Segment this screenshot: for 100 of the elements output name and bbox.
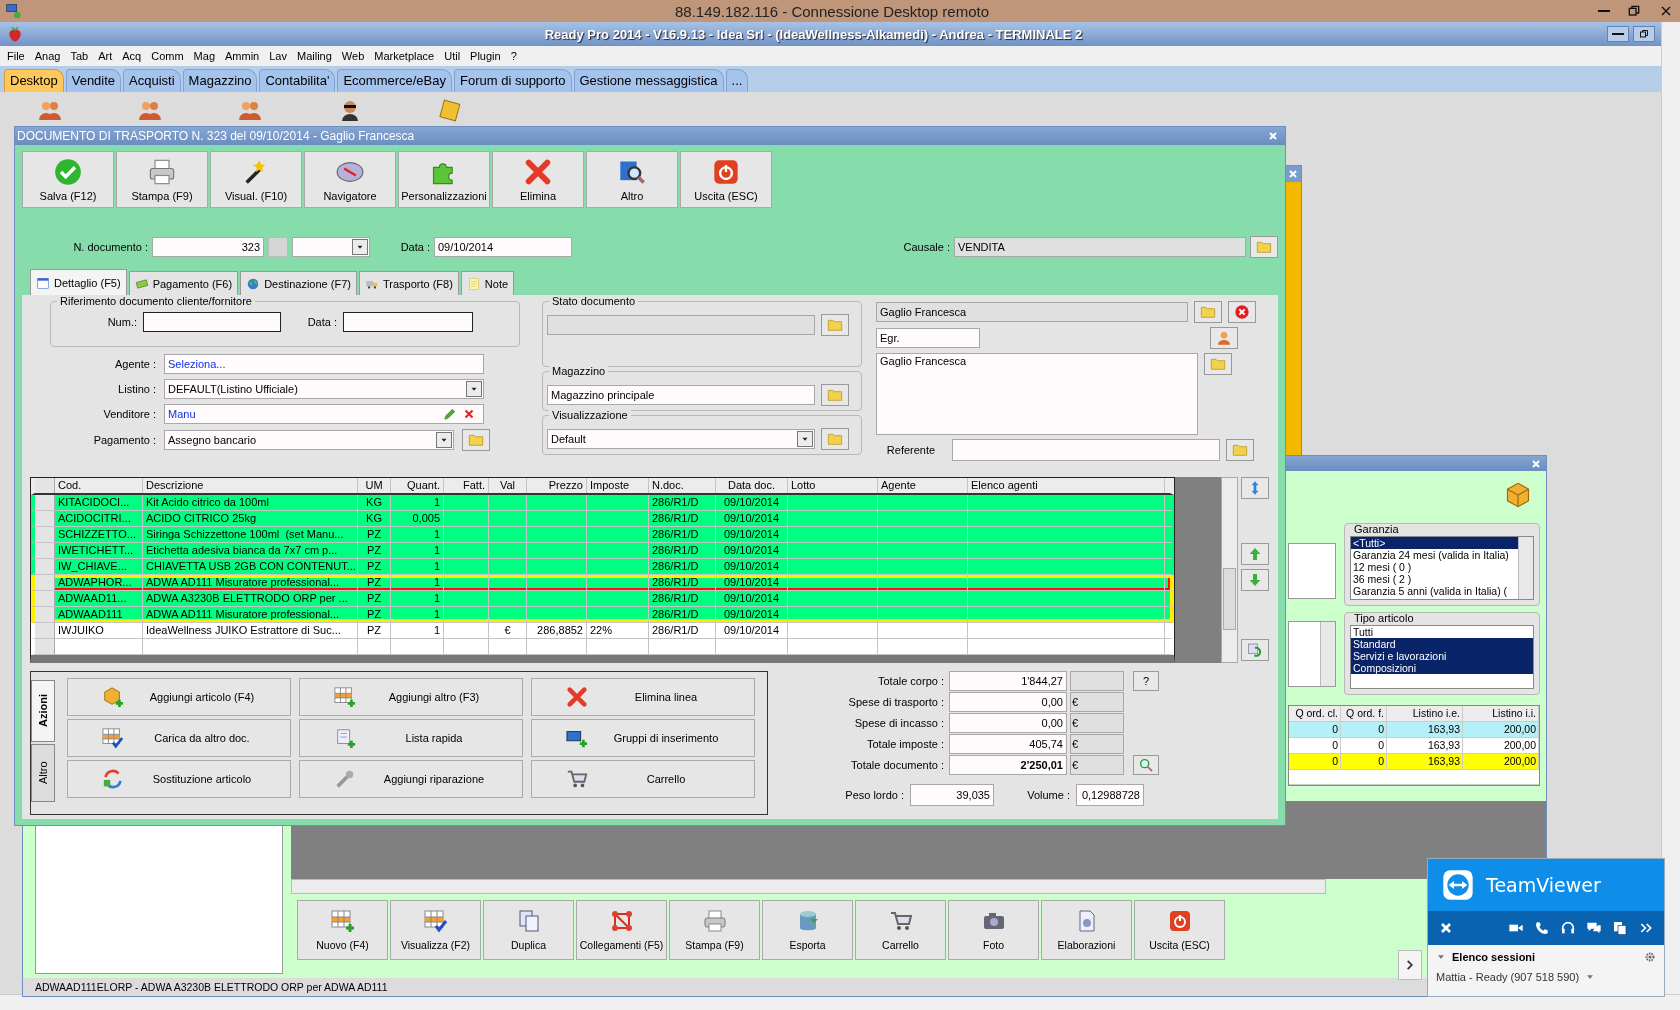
toolbar-button[interactable]: Nuovo (F4): [297, 900, 388, 960]
toolbar-button[interactable]: Uscita (ESC): [680, 151, 772, 208]
menu-item[interactable]: Ammin: [220, 50, 265, 62]
action-button[interactable]: Carrello: [531, 760, 755, 798]
column-header[interactable]: Data doc.: [716, 478, 788, 493]
toolbar-button[interactable]: Duplica: [483, 900, 574, 960]
action-button[interactable]: Carica da altro doc.: [67, 719, 291, 757]
table-row[interactable]: ADWAPHOR... ADWA AD111 Misuratore professional... PZ 1 286/R1/D 09/10/2014: [31, 575, 1175, 591]
tab[interactable]: Gestione messaggistica: [573, 69, 724, 92]
toolbar-button[interactable]: Foto: [948, 900, 1039, 960]
toolbar-button[interactable]: Elaborazioni: [1041, 900, 1132, 960]
input-field[interactable]: Egr.: [876, 328, 980, 348]
column-header[interactable]: UM: [358, 478, 391, 493]
toolbar-button[interactable]: Esporta: [762, 900, 853, 960]
help-button[interactable]: ?: [1133, 671, 1159, 691]
input-field[interactable]: Magazzino principale: [547, 385, 815, 405]
table-row[interactable]: 0 0 163,93 200,00: [1289, 754, 1539, 770]
toolbar-button[interactable]: Visualizza (F2): [390, 900, 481, 960]
tab[interactable]: ...: [725, 69, 749, 92]
input-field[interactable]: 323: [152, 237, 264, 257]
table-row[interactable]: 0 0 163,93 200,00: [1289, 738, 1539, 754]
tab[interactable]: Dettaglio (F5): [30, 269, 127, 295]
table-row[interactable]: IW_CHIAVE... CHIAVETTA USB 2GB CON CONTENUT... PZ 1 286/R1/D 09/10/2014: [31, 559, 1175, 575]
session-item[interactable]: Mattia - Ready (907 518 590): [1436, 971, 1580, 983]
action-button[interactable]: Elimina linea: [531, 678, 755, 716]
column-header[interactable]: Listino i.e.: [1387, 706, 1463, 721]
column-header[interactable]: Elenco agenti: [968, 478, 1165, 493]
menu-item[interactable]: ?: [505, 50, 522, 62]
list-item[interactable]: Composizioni: [1351, 662, 1533, 674]
column-header[interactable]: Imposte: [587, 478, 649, 493]
list-item[interactable]: Servizi e lavorazioni: [1351, 650, 1533, 662]
tab[interactable]: Altro: [31, 744, 55, 802]
menu-item[interactable]: File: [2, 50, 30, 62]
action-button[interactable]: Gruppi di inserimento: [531, 719, 755, 757]
toolbar-button[interactable]: Personalizzazioni: [398, 151, 490, 208]
menu-item[interactable]: Plugin: [465, 50, 506, 62]
table-row[interactable]: ACIDOCITRI... ACIDO CITRICO 25kg KG 0,005 286/R1/D 09/10/2014: [31, 511, 1175, 527]
menu-item[interactable]: Mag: [188, 50, 220, 62]
list-item[interactable]: Tutti: [1351, 626, 1533, 638]
menu-item[interactable]: Util: [439, 50, 466, 62]
toolbar-button[interactable]: Navigatore: [304, 151, 396, 208]
column-header[interactable]: N.doc.: [649, 478, 716, 493]
menu-item[interactable]: Acq: [117, 50, 147, 62]
list-item[interactable]: 12 mesi ( 0 ): [1351, 561, 1518, 573]
dropdown[interactable]: Default: [547, 429, 815, 449]
list-item[interactable]: Standard: [1351, 638, 1533, 650]
column-header[interactable]: Fatt.: [444, 478, 489, 493]
toolbar-button[interactable]: Stampa (F9): [669, 900, 760, 960]
action-button[interactable]: Aggiungi altro (F3): [299, 678, 523, 716]
toolbar-button[interactable]: Visual. (F10): [210, 151, 302, 208]
column-header[interactable]: Q ord. cl.: [1289, 706, 1341, 721]
table-row[interactable]: KITACIDOCI... Kit Acido citrico da 100ml KG 1 286/R1/D 09/10/2014: [31, 495, 1175, 511]
column-header[interactable]: Cod.: [55, 478, 143, 493]
column-header[interactable]: Q ord. f.: [1341, 706, 1387, 721]
menu-item[interactable]: Mailing: [292, 50, 337, 62]
menu-item[interactable]: Marketplace: [369, 50, 440, 62]
table-row[interactable]: ADWAAD111 ADWA AD111 Misuratore professional... PZ 1 286/R1/D 09/10/2014: [31, 607, 1175, 623]
tab[interactable]: Acquisti: [123, 69, 181, 92]
tab[interactable]: Destinazione (F7): [240, 271, 357, 295]
table-row[interactable]: IWETICHETT... Etichetta adesiva bianca da 7x7 cm p... PZ 1 286/R1/D 09/10/2014: [31, 543, 1175, 559]
tab[interactable]: Ecommerce/eBay: [337, 69, 452, 92]
dropdown[interactable]: DEFAULT(Listino Ufficiale): [164, 379, 484, 399]
list-item[interactable]: <Tutti>: [1351, 537, 1518, 549]
table-row[interactable]: SCHIZZETTO... Siringa Schizzettone 100ml (set Manu... PZ 1 286/R1/D 09/10/2014: [31, 527, 1175, 543]
menu-item[interactable]: Web: [336, 50, 370, 62]
tab[interactable]: Desktop: [4, 69, 64, 92]
menu-item[interactable]: Tab: [65, 50, 94, 62]
column-header[interactable]: Agente: [878, 478, 968, 493]
dropdown[interactable]: Assegno bancario: [164, 430, 454, 450]
table-row[interactable]: ADWAAD11... ADWA A3230B ELETTRODO ORP per ... PZ 1 286/R1/D 09/10/2014: [31, 591, 1175, 607]
tab[interactable]: Trasporto (F8): [358, 271, 459, 295]
list-item[interactable]: Garanzia 5 anni (valida in Italia) (: [1351, 585, 1518, 597]
toolbar-button[interactable]: Altro: [586, 151, 678, 208]
menu-item[interactable]: Lav: [264, 50, 292, 62]
section-title[interactable]: Elenco sessioni: [1452, 951, 1536, 963]
tab[interactable]: Magazzino: [182, 69, 258, 92]
list-item[interactable]: 36 mesi ( 2 ): [1351, 573, 1518, 585]
column-header[interactable]: Prezzo: [527, 478, 587, 493]
column-header[interactable]: Quant.: [391, 478, 444, 493]
toolbar-button[interactable]: Salva (F12): [22, 151, 114, 208]
tab[interactable]: Azioni: [31, 680, 55, 742]
tab[interactable]: Note: [460, 271, 515, 295]
toolbar-button[interactable]: Stampa (F9): [116, 151, 208, 208]
tab[interactable]: Vendite: [65, 69, 122, 92]
column-header[interactable]: Lotto: [788, 478, 878, 493]
menu-item[interactable]: Comm: [146, 50, 189, 62]
address-field[interactable]: Gaglio Francesca: [876, 353, 1198, 435]
action-button[interactable]: Sostituzione articolo: [67, 760, 291, 798]
input-field[interactable]: 09/10/2014: [434, 237, 572, 257]
toolbar-button[interactable]: Uscita (ESC): [1134, 900, 1225, 960]
action-button[interactable]: Lista rapida: [299, 719, 523, 757]
action-button[interactable]: Aggiungi articolo (F4): [67, 678, 291, 716]
column-header[interactable]: Val: [489, 478, 527, 493]
list-item[interactable]: Garanzia 24 mesi (valida in Italia): [1351, 549, 1518, 561]
action-button[interactable]: Aggiungi riparazione: [299, 760, 523, 798]
toolbar-button[interactable]: Carrello: [855, 900, 946, 960]
tab[interactable]: Forum di supporto: [454, 69, 572, 92]
toolbar-button[interactable]: Collegamenti (F5): [576, 900, 667, 960]
tab[interactable]: Contabilita': [259, 69, 336, 92]
input-field[interactable]: Seleziona...: [164, 354, 484, 374]
